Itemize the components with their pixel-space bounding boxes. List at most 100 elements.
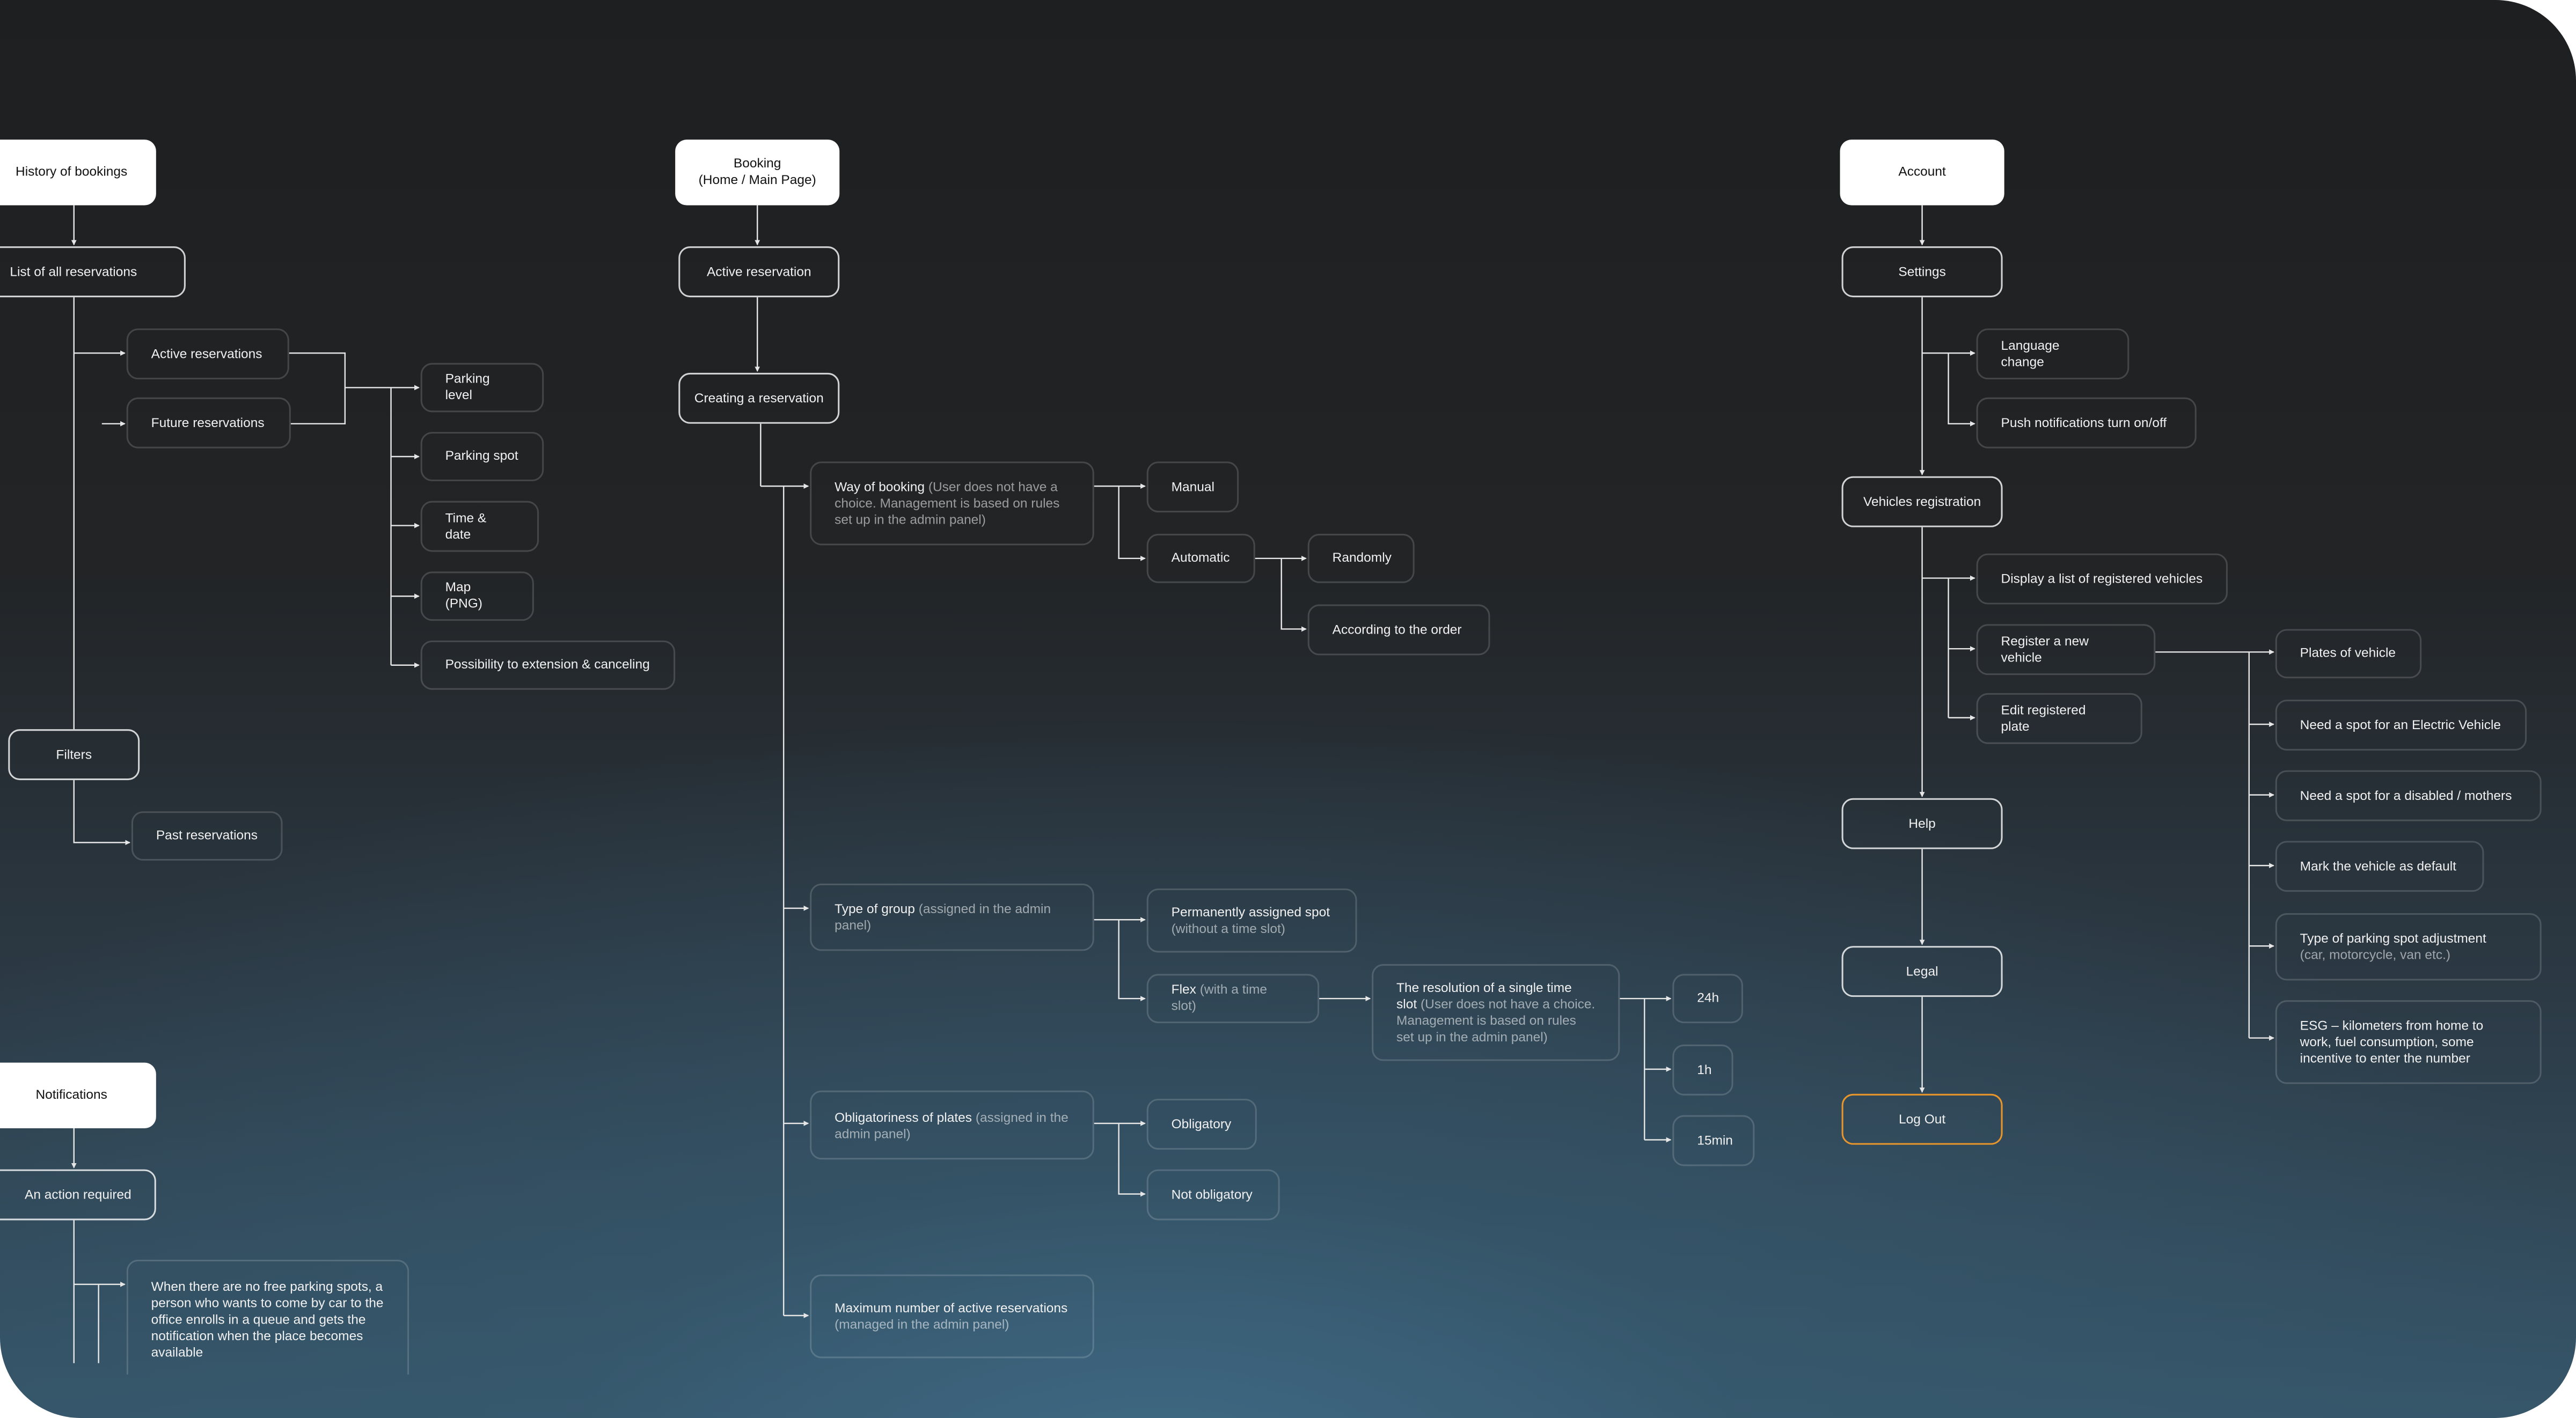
node-label: Display a list of registered vehicles	[2001, 570, 2203, 586]
node-label: Edit registered plate	[2001, 702, 2086, 733]
flowchart: History of bookings List of all reservat…	[0, 0, 2576, 1417]
logout-node[interactable]: Log Out	[1841, 1093, 2003, 1145]
slot-1h-node[interactable]: 1h	[1672, 1044, 1733, 1096]
node-label: Permanently assigned spot	[1171, 904, 1330, 919]
manual-node[interactable]: Manual	[1146, 461, 1239, 513]
register-vehicle-node[interactable]: Register a new vehicle	[1976, 624, 2156, 675]
help-node[interactable]: Help	[1841, 798, 2003, 849]
map-png-node[interactable]: Map (PNG)	[420, 571, 534, 621]
according-to-order-node[interactable]: According to the order	[1307, 604, 1490, 656]
node-label: 15min	[1697, 1132, 1733, 1148]
type-of-group-node[interactable]: Type of group (assigned in the admin pan…	[810, 883, 1094, 951]
node-label: Flex	[1171, 982, 1196, 997]
vehicles-registration-node[interactable]: Vehicles registration	[1841, 476, 2003, 527]
plates-of-vehicle-node[interactable]: Plates of vehicle	[2275, 629, 2422, 679]
node-label: Time & date	[445, 510, 487, 541]
plates-obligatoriness-node[interactable]: Obligatoriness of plates (assigned in th…	[810, 1090, 1094, 1160]
notifications-node[interactable]: Notifications	[0, 1062, 156, 1129]
node-label: Type of parking spot adjustment	[2300, 930, 2486, 945]
node-label: Active reservations	[151, 346, 262, 361]
booking-main-page-node[interactable]: Booking (Home / Main Page)	[675, 139, 840, 205]
default-vehicle-node[interactable]: Mark the vehicle as default	[2275, 841, 2484, 892]
node-label: ESG – kilometers from home to work, fuel…	[2300, 1017, 2484, 1066]
node-label: Obligatoriness of plates	[835, 1110, 972, 1125]
node-label: Way of booking	[835, 479, 925, 494]
push-notifications-node[interactable]: Push notifications turn on/off	[1976, 397, 2197, 449]
node-label: Filters	[56, 746, 92, 761]
future-reservations-node[interactable]: Future reservations	[126, 397, 291, 449]
node-label: Mark the vehicle as default	[2300, 858, 2457, 873]
node-label: Type of group	[835, 901, 915, 917]
history-of-bookings-node[interactable]: History of bookings	[0, 139, 156, 205]
parking-level-node[interactable]: Parking level	[420, 363, 544, 413]
node-label: Not obligatory	[1171, 1186, 1253, 1202]
legal-node[interactable]: Legal	[1841, 946, 2003, 997]
node-label: Language change	[2001, 337, 2060, 369]
node-label: Active reservation	[706, 263, 811, 278]
obligatory-node[interactable]: Obligatory	[1146, 1098, 1257, 1150]
node-label: List of all reservations	[10, 263, 137, 278]
time-date-node[interactable]: Time & date	[420, 501, 539, 552]
language-change-node[interactable]: Language change	[1976, 328, 2129, 380]
node-label: History of bookings	[16, 164, 128, 179]
account-node[interactable]: Account	[1840, 139, 2004, 205]
node-label: Push notifications turn on/off	[2001, 414, 2167, 430]
node-label: Parking spot	[445, 448, 518, 464]
node-label: Automatic	[1171, 550, 1230, 565]
display-vehicles-node[interactable]: Display a list of registered vehicles	[1976, 553, 2228, 605]
electric-vehicle-node[interactable]: Need a spot for an Electric Vehicle	[2275, 700, 2527, 751]
permanent-spot-node[interactable]: Permanently assigned spot (without a time…	[1146, 888, 1357, 953]
node-label: Legal	[1906, 963, 1938, 978]
slot-24h-node[interactable]: 24h	[1672, 974, 1743, 1024]
node-label: Vehicles registration	[1863, 493, 1981, 509]
action-required-node[interactable]: An action required	[0, 1169, 156, 1221]
filters-node[interactable]: Filters	[8, 729, 140, 781]
flex-node[interactable]: Flex (with a time slot)	[1146, 974, 1320, 1024]
node-label: Parking level	[445, 371, 490, 402]
node-note: (car, motorcycle, van etc.)	[2300, 946, 2451, 962]
node-note: (managed in the admin panel)	[835, 1316, 1009, 1332]
automatic-node[interactable]: Automatic	[1146, 533, 1255, 583]
node-label: Notifications	[35, 1087, 107, 1103]
node-label: 1h	[1697, 1062, 1712, 1077]
node-label: Past reservations	[156, 827, 258, 843]
node-label: Possibility to extension & canceling	[445, 657, 650, 672]
node-label: Need a spot for an Electric Vehicle	[2300, 717, 2501, 732]
node-label: 24h	[1697, 990, 1719, 1005]
node-label: Register a new vehicle	[2001, 633, 2089, 665]
past-reservations-node[interactable]: Past reservations	[131, 811, 283, 861]
node-note: (User does not have a choice. Management…	[1396, 996, 1596, 1044]
parking-spot-node[interactable]: Parking spot	[420, 432, 544, 481]
node-label: Randomly	[1332, 550, 1392, 565]
spot-type-node[interactable]: Type of parking spot adjustment (car, mot…	[2275, 913, 2542, 981]
node-note: (without a time slot)	[1171, 920, 1285, 936]
active-reservations-node[interactable]: Active reservations	[126, 328, 289, 380]
settings-node[interactable]: Settings	[1841, 246, 2003, 298]
esg-node[interactable]: ESG – kilometers from home to work, fuel…	[2275, 1000, 2542, 1084]
list-of-all-reservations-node[interactable]: List of all reservations	[0, 246, 186, 298]
node-label: Account	[1898, 164, 1946, 179]
node-label: (Home / Main Page)	[698, 172, 816, 187]
queue-notification-node[interactable]: When there are no free parking spots, a …	[126, 1259, 409, 1375]
node-label: Maximum number of active reservations	[835, 1299, 1068, 1315]
way-of-booking-node[interactable]: Way of booking (User does not have a cho…	[810, 461, 1094, 546]
node-label: When there are no free parking spots, a …	[151, 1279, 384, 1360]
node-label: According to the order	[1332, 621, 1462, 637]
canvas: History of bookings List of all reservat…	[0, 0, 2576, 1418]
node-label: Future reservations	[151, 414, 265, 430]
disabled-mothers-node[interactable]: Need a spot for a disabled / mothers	[2275, 770, 2542, 821]
node-label: Map (PNG)	[445, 579, 482, 611]
max-active-reservations-node[interactable]: Maximum number of active reservations (m…	[810, 1274, 1094, 1358]
randomly-node[interactable]: Randomly	[1307, 533, 1415, 583]
extension-canceling-node[interactable]: Possibility to extension & canceling	[420, 640, 676, 690]
time-slot-resolution-node[interactable]: The resolution of a single time slot (Us…	[1372, 964, 1620, 1061]
creating-reservation-node[interactable]: Creating a reservation	[678, 372, 840, 424]
edit-plate-node[interactable]: Edit registered plate	[1976, 693, 2142, 744]
node-label: An action required	[25, 1186, 131, 1202]
node-label: Help	[1908, 815, 1936, 831]
connectors	[71, 205, 2274, 1363]
slot-15min-node[interactable]: 15min	[1672, 1115, 1755, 1166]
active-reservation-node[interactable]: Active reservation	[678, 246, 840, 298]
node-label: Manual	[1171, 479, 1214, 494]
not-obligatory-node[interactable]: Not obligatory	[1146, 1169, 1280, 1221]
